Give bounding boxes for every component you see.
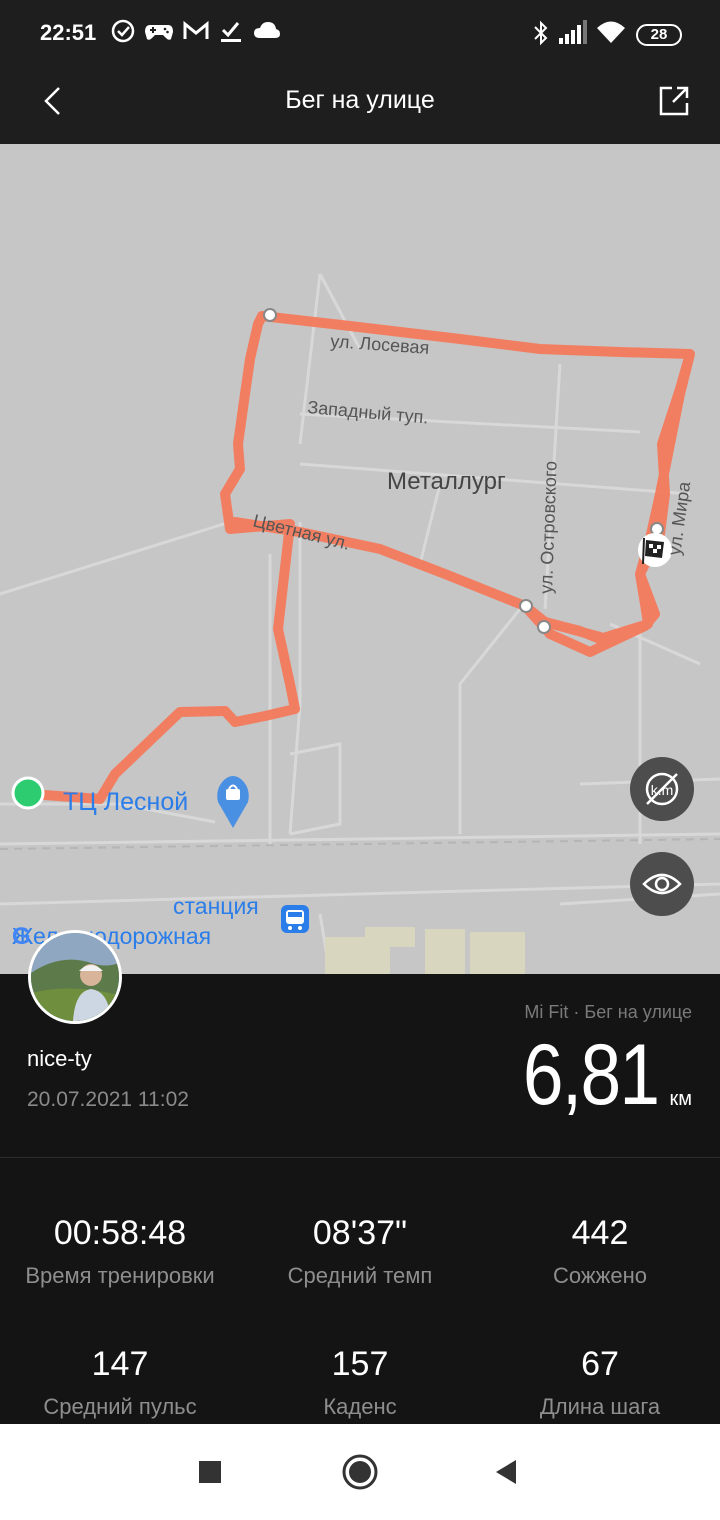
triangle-back-icon bbox=[496, 1460, 516, 1484]
route-waypoint bbox=[263, 308, 277, 322]
wifi-icon bbox=[597, 21, 625, 43]
eye-icon bbox=[642, 873, 682, 895]
stats-grid: 00:58:48 Время тренировки 08'37" Средний… bbox=[0, 1158, 720, 1424]
app-header: Бег на улице bbox=[0, 64, 720, 144]
stat-value: 00:58:48 bbox=[53, 1214, 187, 1252]
map-label-district: Металлург bbox=[387, 468, 506, 495]
google-logo-icon: G bbox=[12, 923, 31, 950]
map-label-tsvetnaya: Цветная ул. bbox=[251, 510, 352, 553]
signal-icon bbox=[559, 20, 587, 44]
map-label-zapadny: Западный туп. bbox=[307, 397, 430, 427]
stat-value: 157 bbox=[331, 1345, 389, 1383]
workout-source: Mi Fit · Бег на улице bbox=[524, 1002, 692, 1022]
gamepad-icon bbox=[145, 25, 173, 40]
stat-value: 442 bbox=[571, 1214, 629, 1252]
status-time: 22:51 bbox=[40, 20, 97, 45]
map-label-ostrovskogo: ул. Островского bbox=[536, 461, 561, 595]
stat-heart-rate: 147 Средний пульс bbox=[0, 1345, 240, 1420]
page-title: Бег на улице bbox=[285, 86, 435, 114]
stat-calories: 442 Сожжено bbox=[480, 1214, 720, 1289]
home-button[interactable] bbox=[336, 1448, 384, 1496]
distance-unit: км bbox=[669, 1088, 693, 1110]
cloud-icon bbox=[254, 22, 280, 38]
route-path bbox=[25, 311, 695, 804]
battery-indicator: 28 bbox=[636, 24, 682, 46]
checklist-icon bbox=[221, 22, 241, 42]
stat-label: Время тренировки bbox=[25, 1263, 215, 1288]
workout-summary: nice-ty 20.07.2021 11:02 Mi Fit · Бег на… bbox=[0, 930, 720, 1158]
stat-value: 147 bbox=[91, 1345, 149, 1383]
recents-button[interactable] bbox=[186, 1448, 234, 1496]
stat-label: Длина шага bbox=[539, 1394, 661, 1419]
system-nav-bar bbox=[0, 1424, 720, 1520]
circle-home-icon bbox=[342, 1454, 378, 1490]
stat-label: Средний пульс bbox=[43, 1394, 197, 1419]
start-marker bbox=[11, 776, 45, 810]
svg-text:G: G bbox=[12, 923, 31, 950]
system-back-button[interactable] bbox=[482, 1448, 530, 1496]
train-station-icon bbox=[281, 905, 309, 933]
check-circle-icon bbox=[111, 19, 135, 43]
route-waypoint bbox=[537, 620, 551, 634]
username: nice-ty bbox=[27, 1046, 92, 1071]
stat-value: 08'37" bbox=[312, 1214, 408, 1252]
pace-marker-off-icon: k.m bbox=[645, 772, 679, 806]
route-map[interactable]: ул. Лосевая Западный туп. Металлург ул. … bbox=[0, 144, 720, 974]
status-bar: 22:51 28 bbox=[0, 0, 720, 64]
stat-stride-length: 67 Длина шага bbox=[480, 1345, 720, 1420]
shopping-pin-icon bbox=[217, 776, 249, 828]
stat-value: 67 bbox=[581, 1345, 619, 1383]
share-icon bbox=[659, 86, 689, 116]
avatar-photo bbox=[31, 933, 119, 1021]
stat-label: Сожжено bbox=[553, 1263, 647, 1288]
distance-value: 6,81 bbox=[522, 1027, 660, 1123]
buildings bbox=[325, 927, 525, 974]
square-recents-icon bbox=[199, 1461, 221, 1483]
visibility-button[interactable] bbox=[630, 852, 694, 916]
avatar[interactable] bbox=[28, 930, 122, 1024]
bluetooth-icon bbox=[534, 20, 548, 46]
stat-duration: 00:58:48 Время тренировки bbox=[0, 1214, 240, 1289]
stat-cadence: 157 Каденс bbox=[240, 1345, 480, 1420]
stat-pace: 08'37" Средний темп bbox=[240, 1214, 480, 1289]
gmail-icon bbox=[183, 20, 209, 39]
map-label-mall: ТЦ Лесной bbox=[63, 788, 188, 816]
map-canvas: ул. Лосевая Западный туп. Металлург ул. … bbox=[0, 273, 720, 974]
share-button[interactable] bbox=[650, 78, 700, 128]
map-roads bbox=[0, 273, 720, 974]
map-label-station-line1: станция bbox=[173, 893, 259, 919]
route-waypoint bbox=[519, 599, 533, 613]
stat-label: Каденс bbox=[323, 1394, 397, 1419]
stat-label: Средний темп bbox=[287, 1263, 433, 1288]
unit-toggle-button[interactable]: k.m bbox=[630, 757, 694, 821]
workout-date: 20.07.2021 11:02 bbox=[27, 1088, 189, 1111]
